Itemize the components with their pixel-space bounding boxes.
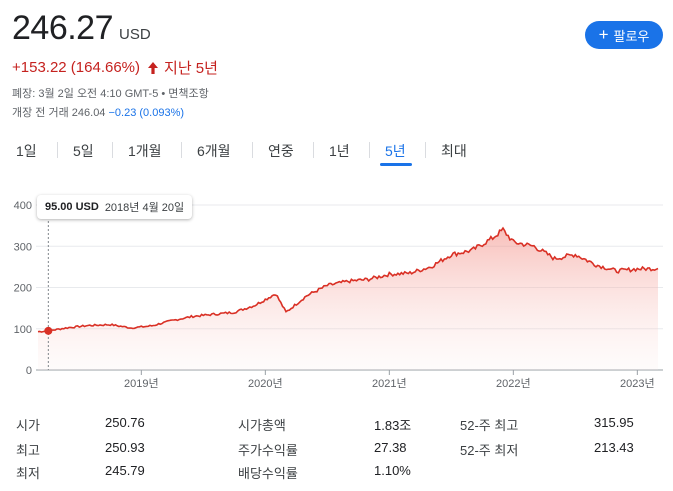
tab-1d[interactable]: 1일 xyxy=(16,141,37,161)
current-price: 246.27 xyxy=(12,9,114,47)
close-info: 폐장: 3월 2일 오전 4:10 GMT-5 • 면책조항 xyxy=(12,88,209,100)
premarket-info: 개장 전 거래 246.04 −0.23 (0.093%) xyxy=(12,104,184,120)
active-tab-indicator xyxy=(380,163,412,166)
x-tick-label: 2023년 xyxy=(620,377,655,390)
stat-value-high: 250.93 xyxy=(105,440,145,455)
cursor-dot xyxy=(44,326,53,335)
stat-value-pe-ratio: 27.38 xyxy=(374,440,407,455)
plus-icon: + xyxy=(598,25,609,44)
stat-label-high: 최고 xyxy=(16,443,40,458)
x-tick-label: 2019년 xyxy=(124,377,159,390)
stat-label-52w-low: 52-주 최저 xyxy=(460,443,519,458)
tab-divider xyxy=(112,142,113,158)
tab-ytd[interactable]: 연중 xyxy=(268,141,294,161)
price-change: +153.22 (164.66%) xyxy=(12,59,141,76)
stat-value-52w-low: 213.43 xyxy=(594,440,634,455)
x-tick-label: 2022년 xyxy=(496,377,531,390)
y-tick-label: 0 xyxy=(26,365,32,377)
tooltip-date: 2018년 4월 20일 xyxy=(104,202,185,214)
x-tick-label: 2020년 xyxy=(248,377,283,390)
tab-divider xyxy=(181,142,182,158)
arrow-up-icon xyxy=(148,61,159,74)
tab-divider xyxy=(57,142,58,158)
premarket-change: −0.23 (0.093%) xyxy=(108,107,185,119)
tab-1m[interactable]: 1개월 xyxy=(128,141,162,161)
tab-6m[interactable]: 6개월 xyxy=(197,141,231,161)
tab-divider xyxy=(369,142,370,158)
tab-divider xyxy=(313,142,314,158)
stat-value-market-cap: 1.83조 xyxy=(374,418,412,433)
x-tick-label: 2021년 xyxy=(372,377,407,390)
premarket-label: 개장 전 거래 xyxy=(12,107,69,119)
price-change-row: +153.22 (164.66%) 지난 5년 xyxy=(12,57,218,78)
tab-divider xyxy=(252,142,253,158)
tab-5y[interactable]: 5년 xyxy=(385,141,406,161)
y-tick-label: 200 xyxy=(14,283,32,295)
y-tick-label: 300 xyxy=(14,241,32,253)
tooltip-value: 95.00 USD xyxy=(45,201,99,213)
stat-value-open: 250.76 xyxy=(105,415,145,430)
tab-max[interactable]: 최대 xyxy=(441,141,467,161)
currency-label: USD xyxy=(119,26,151,43)
stat-value-52w-high: 315.95 xyxy=(594,415,634,430)
x-axis-labels: 2019년 2020년 2021년 2022년 2023년 xyxy=(124,370,655,390)
change-period: 지난 5년 xyxy=(164,60,218,77)
y-tick-label: 400 xyxy=(14,200,32,212)
y-axis-labels: 0 100 200 300 400 xyxy=(14,200,32,377)
stat-label-52w-high: 52-주 최고 xyxy=(460,418,519,433)
tab-1y[interactable]: 1년 xyxy=(329,141,350,161)
stat-label-dividend-yield: 배당수익률 xyxy=(238,466,298,481)
price-header: 246.27 USD xyxy=(12,8,151,48)
stat-value-dividend-yield: 1.10% xyxy=(374,463,411,478)
stat-value-low: 245.79 xyxy=(105,463,145,478)
premarket-price: 246.04 xyxy=(71,107,106,119)
tab-5d[interactable]: 5일 xyxy=(73,141,94,161)
range-tabs: 1일 5일 1개월 6개월 연중 1년 5년 최대 xyxy=(0,137,673,169)
chart-tooltip: 95.00 USD 2018년 4월 20일 xyxy=(37,195,193,219)
tab-divider xyxy=(425,142,426,158)
stat-label-low: 최저 xyxy=(16,466,40,481)
follow-button-label: 팔로우 xyxy=(613,28,650,44)
y-tick-label: 100 xyxy=(14,324,32,336)
stat-label-open: 시가 xyxy=(16,418,40,433)
follow-button[interactable]: + 팔로우 xyxy=(585,21,663,49)
stat-label-pe-ratio: 주가수익률 xyxy=(238,443,298,458)
stat-label-market-cap: 시가총액 xyxy=(238,418,286,433)
price-area-fill xyxy=(38,228,658,370)
